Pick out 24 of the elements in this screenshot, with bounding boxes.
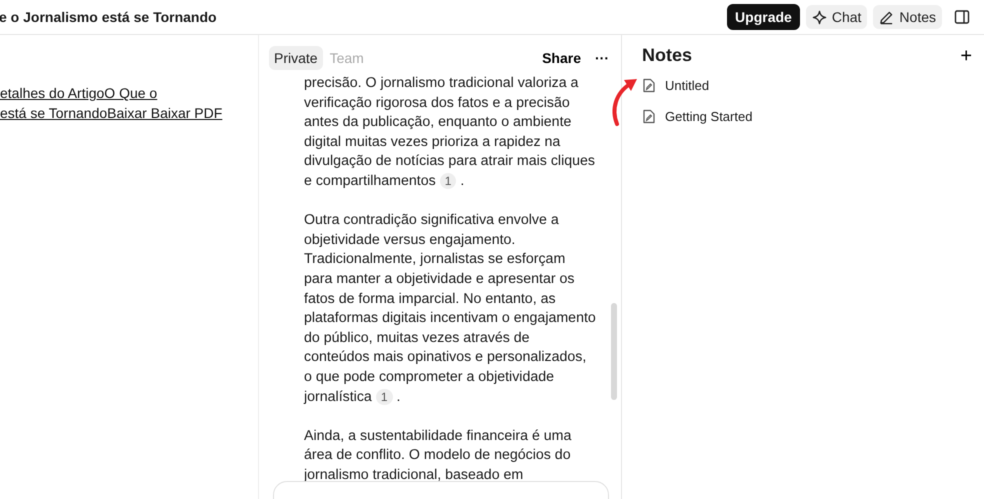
more-button[interactable]: ··· [595, 50, 609, 66]
arrow-annotation [610, 77, 640, 127]
note-item[interactable]: Getting Started [665, 109, 752, 124]
chat-button[interactable]: Chat [806, 5, 868, 29]
note-icon [642, 109, 656, 124]
pencil-icon [879, 10, 894, 24]
paragraph: Outra contradição significativa envolve a objetividade versus engajamento. Tradicionalmente, jornalistas se esforçam para manter a objetividade e apresentar os fatos de forma imparcial. No entanto, as plataformas digitais incentivam o engajamento do público, muitas vezes através de conteúdos mais opinativos e personalizados, o que pode comprometer a objetividade jornalística 1 . [304, 211, 596, 406]
citation-link[interactable]: 1 [440, 172, 456, 189]
tab[interactable]: Private [269, 46, 323, 70]
add-button[interactable]: + [960, 46, 972, 66]
article-link[interactable]: etalhes do ArtigoO Que o [0, 85, 258, 101]
citation-link[interactable]: 1 [376, 388, 393, 404]
notes-button[interactable]: Notes [873, 5, 942, 29]
scrollbar[interactable] [611, 303, 617, 400]
sidebar-toggle-icon[interactable] [954, 9, 970, 25]
note-item[interactable]: Untitled [665, 78, 710, 93]
note-icon [642, 78, 656, 93]
sparkle-icon [812, 10, 827, 24]
share-button[interactable]: Share [542, 50, 581, 66]
notes-title: Notes [642, 45, 692, 66]
article-link[interactable]: está se TornandoBaixar Baixar PDF [0, 105, 258, 121]
paragraph: precisão. O jornalismo tradicional valoriza a verificação rigorosa dos fatos e a precisão antes da publicação, enquanto o ambiente digital muitas vezes prioriza a rapidez na divulgação de notícias para atrair mais cliques e compartilhamentos 1 . [304, 74, 596, 191]
paragraph: Ainda, a sustentabilidade financeira é uma área de conflito. O modelo de negócios do jornalismo tradicional, baseado em [304, 426, 572, 485]
upgrade-button[interactable]: Upgrade [727, 4, 800, 30]
